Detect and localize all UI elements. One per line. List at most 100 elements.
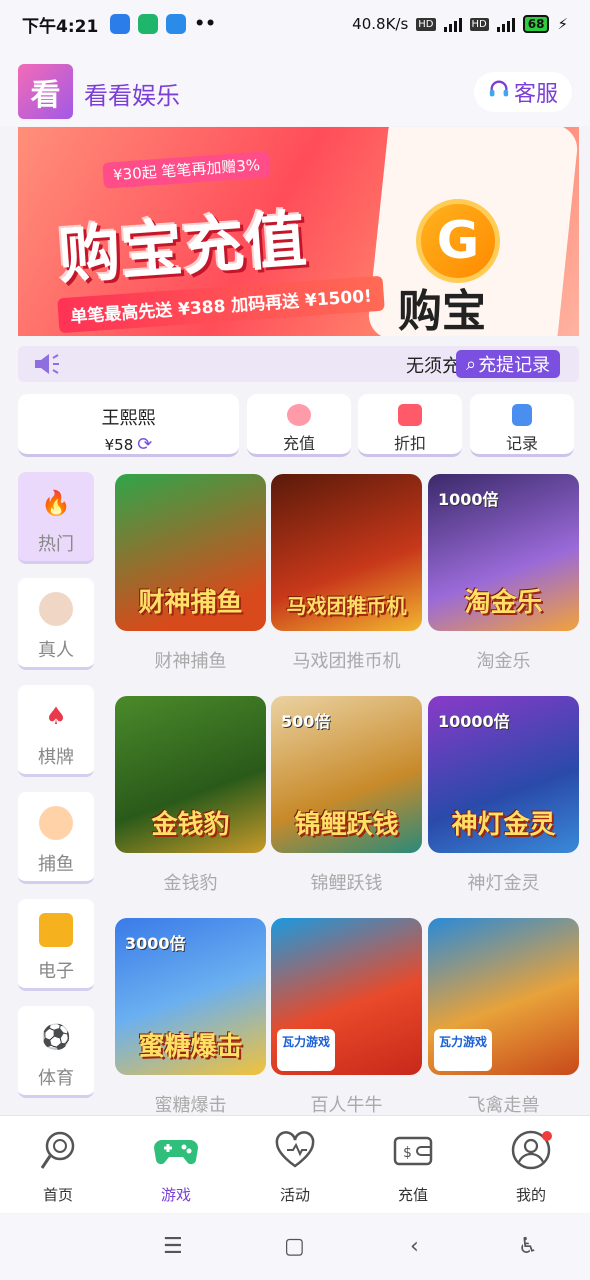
home-square-icon[interactable]: ▢ — [284, 1234, 305, 1259]
game-card[interactable]: 瓦力游戏 百人牛牛 — [271, 918, 422, 1117]
sidebar-item-sports[interactable]: ⚽ 体育 — [18, 1006, 94, 1098]
discount-button[interactable]: 折扣 — [358, 394, 462, 457]
sidebar-item-hot[interactable]: 🔥 热门 — [18, 472, 94, 564]
nav-deposit[interactable]: $ 充值 — [358, 1128, 468, 1205]
back-icon[interactable]: ‹ — [410, 1234, 419, 1259]
hd-badge-2: HD — [469, 17, 489, 31]
game-name: 财神捕鱼 — [154, 651, 227, 672]
game-card[interactable]: 3000倍 蜜糖爆击 蜜糖爆击 — [115, 918, 266, 1117]
battery-icon: 68 — [522, 15, 550, 33]
dealer-icon — [39, 592, 73, 626]
nav-games[interactable]: 游戏 — [121, 1128, 231, 1205]
app-notification-icon — [138, 14, 159, 34]
soccer-icon: ⚽ — [41, 1023, 71, 1051]
headset-icon — [488, 78, 510, 106]
net-speed: 40.8K/s — [352, 15, 409, 33]
game-card[interactable]: 金钱豹 金钱豹 — [115, 696, 266, 895]
charging-icon: ⚡ — [557, 15, 568, 33]
customer-service-label: 客服 — [513, 82, 558, 107]
game-multiplier: 500倍 — [281, 712, 331, 731]
balance-value: ¥58 — [104, 435, 134, 454]
wali-games-badge: 瓦力游戏 — [277, 1029, 335, 1071]
sidebar-item-fishing[interactable]: 捕鱼 — [18, 792, 94, 884]
nav-profile[interactable]: 我的 — [476, 1128, 586, 1205]
chat-notification-icon — [110, 14, 131, 34]
nav-home[interactable]: 首页 — [3, 1128, 113, 1205]
game-thumbnail: 金钱豹 — [115, 696, 266, 853]
game-multiplier: 3000倍 — [125, 934, 186, 953]
sidebar-item-slots[interactable]: 电子 — [18, 899, 94, 991]
game-thumbnail: 瓦力游戏 — [428, 918, 579, 1075]
sidebar-item-live[interactable]: 真人 — [18, 578, 94, 670]
clock: 下午4:21 — [22, 16, 99, 37]
game-thumb-title: 锦鲤跃钱 — [294, 810, 399, 840]
game-thumb-title: 淘金乐 — [464, 588, 543, 618]
promo-banner[interactable]: ¥30起 笔笔再加赠3% 购宝充值 单笔最高先送 ¥388 加码再送 ¥1500… — [18, 127, 579, 336]
status-bar: 下午4:21 •• 40.8K/s HD HD 68 ⚡ — [0, 0, 590, 48]
svg-text:$: $ — [403, 1145, 412, 1161]
shield-notification-icon — [166, 14, 187, 34]
game-multiplier: 10000倍 — [438, 712, 510, 731]
profile-icon — [509, 1128, 553, 1172]
deposit-withdraw-record-button[interactable]: ⌕ 充提记录 — [456, 350, 561, 378]
hd-badge: HD — [416, 17, 436, 31]
game-card[interactable]: 瓦力游戏 飞禽走兽 — [428, 918, 579, 1117]
game-card[interactable]: 10000倍 神灯金灵 神灯金灵 — [428, 696, 579, 895]
speaker-icon — [32, 352, 62, 376]
game-name: 金钱豹 — [163, 873, 218, 894]
game-thumb-title: 马戏团推币机 — [286, 594, 407, 618]
balance-row: ¥58 ⟳ — [18, 434, 239, 455]
wali-games-badge: 瓦力游戏 — [434, 1029, 492, 1071]
game-name: 神灯金灵 — [467, 873, 540, 894]
game-thumbnail: 10000倍 神灯金灵 — [428, 696, 579, 853]
discount-label: 折扣 — [393, 434, 426, 453]
sidebar-label: 棋牌 — [38, 747, 74, 768]
user-card: 王熙熙 ¥58 ⟳ — [18, 394, 239, 457]
game-card[interactable]: 马戏团推币机 马戏团推币机 — [271, 474, 422, 673]
user-name: 王熙熙 — [101, 408, 156, 429]
game-card[interactable]: 1000倍 淘金乐 淘金乐 — [428, 474, 579, 673]
refresh-icon[interactable]: ⟳ — [137, 434, 152, 455]
game-name: 马戏团推币机 — [292, 651, 401, 672]
signal-icon-2 — [496, 16, 515, 32]
game-thumbnail: 瓦力游戏 — [271, 918, 422, 1075]
slot-icon — [39, 913, 73, 947]
notification-icons: •• — [110, 14, 216, 34]
app-logo: 看 — [18, 64, 73, 119]
records-button[interactable]: 记录 — [470, 394, 574, 457]
game-name: 淘金乐 — [476, 651, 531, 672]
game-name: 百人牛牛 — [310, 1095, 383, 1116]
game-card[interactable]: 财神捕鱼 财神捕鱼 — [115, 474, 266, 673]
game-thumb-title: 神灯金灵 — [451, 810, 556, 840]
accessibility-icon[interactable]: ♿ — [518, 1234, 538, 1259]
sidebar-label: 真人 — [38, 640, 74, 661]
game-thumb-title: 蜜糖爆击 — [138, 1032, 243, 1062]
nav-activity[interactable]: 活动 — [240, 1128, 350, 1205]
lollipop-icon — [36, 1128, 80, 1172]
game-thumb-title: 财神捕鱼 — [138, 588, 243, 618]
cards-icon: ♠ — [45, 702, 67, 730]
deposit-button[interactable]: 充值 — [247, 394, 351, 457]
sidebar-item-cards[interactable]: ♠ 棋牌 — [18, 685, 94, 777]
sidebar-label: 热门 — [38, 534, 74, 555]
discount-icon — [398, 404, 422, 426]
customer-service-button[interactable]: 客服 — [473, 72, 572, 112]
fishing-icon — [39, 806, 73, 840]
game-thumbnail: 3000倍 蜜糖爆击 — [115, 918, 266, 1075]
record-button-label: 充提记录 — [478, 355, 551, 376]
menu-icon[interactable]: ☰ — [163, 1234, 183, 1259]
nav-label: 首页 — [42, 1186, 73, 1204]
nav-label: 我的 — [515, 1186, 546, 1204]
gamepad-icon — [154, 1128, 198, 1172]
nav-label: 充值 — [397, 1186, 428, 1204]
game-thumbnail: 马戏团推币机 — [271, 474, 422, 631]
heart-icon — [273, 1128, 317, 1172]
game-name: 飞禽走兽 — [467, 1095, 540, 1116]
game-thumbnail: 500倍 锦鲤跃钱 — [271, 696, 422, 853]
sidebar-label: 电子 — [38, 961, 74, 982]
records-label: 记录 — [505, 434, 538, 453]
nav-label: 游戏 — [160, 1186, 191, 1204]
game-card[interactable]: 500倍 锦鲤跃钱 锦鲤跃钱 — [271, 696, 422, 895]
search-icon: ⌕ — [466, 353, 477, 375]
coin-logo-icon: G — [416, 199, 500, 283]
